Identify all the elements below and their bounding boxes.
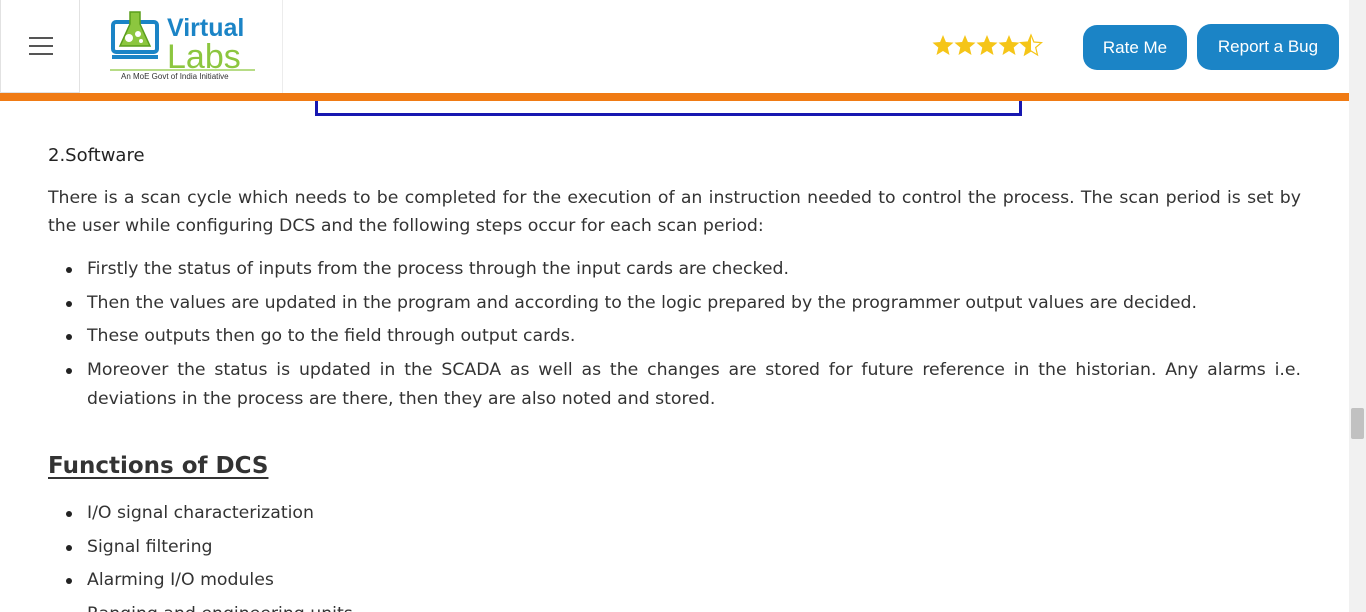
hamburger-menu-button[interactable] [0,0,80,93]
menu-icon [29,37,53,39]
rate-me-button[interactable]: Rate Me [1083,25,1187,70]
list-item: I/O signal characterization [48,499,1301,528]
scrollbar-thumb[interactable] [1351,408,1364,439]
software-heading: 2.Software [48,145,145,166]
svg-text:Labs: Labs [167,38,241,72]
software-paragraph: There is a scan cycle which needs to be … [48,188,1301,236]
top-header: Virtual Labs An MoE Govt of India Initia… [0,0,1349,93]
header-divider [0,93,1349,101]
list-item: Alarming I/O modules [48,566,1301,595]
logo-icon: Virtual Labs [110,11,255,72]
virtual-labs-logo[interactable]: Virtual Labs An MoE Govt of India Initia… [80,0,283,93]
star-rating-icon [932,34,1043,56]
menu-icon-bar [29,53,53,55]
list-item: These outputs then go to the field throu… [48,322,1301,351]
diagram-bottom-edge [315,101,1022,116]
list-item: Firstly the status of inputs from the pr… [48,255,1301,284]
rating-stars[interactable] [932,32,1044,58]
list-item: Ranging and engineering units [48,600,1301,612]
functions-list: I/O signal characterization Signal filte… [48,499,1301,612]
software-steps-list: Firstly the status of inputs from the pr… [48,255,1301,418]
list-item: Signal filtering [48,533,1301,562]
vertical-scrollbar[interactable] [1349,0,1366,612]
logo-tagline: An MoE Govt of India Initiative [121,72,229,81]
main-content: 2.Software There is a scan cycle which n… [0,101,1349,612]
list-item: Then the values are updated in the progr… [48,289,1301,318]
list-item: Moreover the status is updated in the SC… [48,356,1301,414]
functions-heading: Functions of DCS [48,453,269,479]
report-bug-button[interactable]: Report a Bug [1197,24,1339,70]
menu-icon-bar [29,45,53,47]
